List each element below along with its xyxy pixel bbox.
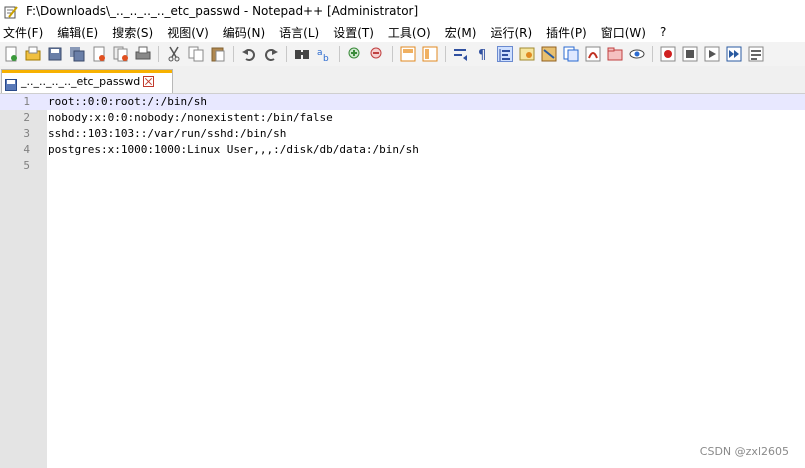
close-all-icon[interactable] xyxy=(113,46,129,62)
doc-map-icon[interactable] xyxy=(541,46,557,62)
editor-line[interactable]: 1 root::0:0:root:/:/bin/sh xyxy=(0,94,805,110)
editor-line[interactable]: 4 postgres:x:1000:1000:Linux User,,,:/di… xyxy=(0,142,805,158)
menu-tools[interactable]: 工具(O) xyxy=(388,24,431,41)
editor-line[interactable]: 2 nobody:x:0:0:nobody:/nonexistent:/bin/… xyxy=(0,110,805,126)
zoom-out-icon[interactable] xyxy=(369,46,385,62)
eye-icon[interactable] xyxy=(629,46,645,62)
stop-macro-icon[interactable] xyxy=(682,46,698,62)
menu-settings[interactable]: 设置(T) xyxy=(333,24,374,41)
line-text[interactable]: sshd::103:103::/var/run/sshd:/bin/sh xyxy=(48,126,286,142)
editor-area[interactable]: 1 root::0:0:root:/:/bin/sh 2 nobody:x:0:… xyxy=(0,94,805,468)
line-number: 4 xyxy=(23,143,30,156)
menu-help[interactable]: ? xyxy=(660,25,666,39)
play-macro-icon[interactable] xyxy=(704,46,720,62)
menu-language[interactable]: 语言(L) xyxy=(279,24,319,41)
editor-line[interactable]: 5 xyxy=(0,158,805,174)
menu-window[interactable]: 窗口(W) xyxy=(601,24,646,41)
svg-text:b: b xyxy=(323,54,329,62)
menu-search[interactable]: 搜索(S) xyxy=(112,24,153,41)
record-macro-icon[interactable] xyxy=(660,46,676,62)
window-title: F:\Downloads\_.._.._.._.._etc_passwd - N… xyxy=(26,4,419,18)
tab-etc-passwd[interactable]: _.._.._.._.._etc_passwd xyxy=(1,69,173,93)
line-text[interactable]: nobody:x:0:0:nobody:/nonexistent:/bin/fa… xyxy=(48,110,333,126)
monitoring-icon[interactable] xyxy=(607,46,623,62)
folder-workspace-icon[interactable] xyxy=(585,46,601,62)
function-list-icon[interactable] xyxy=(563,46,579,62)
save-all-icon[interactable] xyxy=(69,46,85,62)
show-all-chars-icon[interactable]: ¶ xyxy=(475,46,491,63)
zoom-in-icon[interactable] xyxy=(347,46,363,62)
menu-edit[interactable]: 编辑(E) xyxy=(57,24,98,41)
find-icon[interactable] xyxy=(294,46,310,62)
line-text[interactable]: root::0:0:root:/:/bin/sh xyxy=(48,94,207,110)
editor-line[interactable]: 3 sshd::103:103::/var/run/sshd:/bin/sh xyxy=(0,126,805,142)
notepadpp-app-icon xyxy=(4,4,18,19)
tab-bar: _.._.._.._.._etc_passwd xyxy=(0,66,805,94)
toolbar-separator xyxy=(233,46,234,62)
new-file-icon[interactable] xyxy=(3,46,19,62)
menu-view[interactable]: 视图(V) xyxy=(167,24,209,41)
close-tab-icon[interactable] xyxy=(143,76,155,87)
menu-run[interactable]: 运行(R) xyxy=(490,24,532,41)
toolbar-separator xyxy=(392,46,393,62)
save-macro-icon[interactable] xyxy=(748,46,764,62)
toolbar: ab ¶ xyxy=(0,42,805,67)
menu-file[interactable]: 文件(F) xyxy=(3,24,43,41)
replace-icon[interactable]: ab xyxy=(316,46,332,64)
line-number: 5 xyxy=(23,159,30,172)
sync-vertical-icon[interactable] xyxy=(400,46,416,62)
line-text[interactable]: postgres:x:1000:1000:Linux User,,,:/disk… xyxy=(48,142,419,158)
toolbar-separator xyxy=(445,46,446,62)
print-icon[interactable] xyxy=(135,46,151,62)
redo-icon[interactable] xyxy=(263,46,279,62)
undo-icon[interactable] xyxy=(241,46,257,62)
cut-icon[interactable] xyxy=(166,46,182,62)
run-macro-multiple-icon[interactable] xyxy=(726,46,742,62)
open-file-icon[interactable] xyxy=(25,46,41,62)
sync-horizontal-icon[interactable] xyxy=(422,46,438,62)
title-bar: F:\Downloads\_.._.._.._.._etc_passwd - N… xyxy=(0,0,805,22)
toolbar-separator xyxy=(286,46,287,62)
user-language-icon[interactable] xyxy=(519,46,535,62)
indent-guide-icon[interactable] xyxy=(497,46,513,62)
menu-macro[interactable]: 宏(M) xyxy=(445,24,477,41)
svg-text:a: a xyxy=(317,48,323,58)
toolbar-separator xyxy=(652,46,653,62)
menu-plugins[interactable]: 插件(P) xyxy=(546,24,587,41)
toolbar-separator xyxy=(158,46,159,62)
tab-label: _.._.._.._.._etc_passwd xyxy=(21,75,141,88)
active-tab-indicator xyxy=(2,70,172,73)
close-icon[interactable] xyxy=(91,46,107,62)
line-number: 2 xyxy=(23,111,30,124)
copy-icon[interactable] xyxy=(188,46,204,62)
line-number: 1 xyxy=(23,95,30,108)
line-number: 3 xyxy=(23,127,30,140)
menu-bar: 文件(F) 编辑(E) 搜索(S) 视图(V) 编码(N) 语言(L) 设置(T… xyxy=(0,22,805,42)
save-icon[interactable] xyxy=(47,46,63,62)
toolbar-separator xyxy=(339,46,340,62)
menu-encoding[interactable]: 编码(N) xyxy=(223,24,265,41)
word-wrap-icon[interactable] xyxy=(453,46,469,62)
watermark: CSDN @zxl2605 xyxy=(699,445,789,458)
paste-icon[interactable] xyxy=(210,46,226,62)
svg-text:¶: ¶ xyxy=(478,48,486,62)
file-saved-icon xyxy=(5,76,17,91)
